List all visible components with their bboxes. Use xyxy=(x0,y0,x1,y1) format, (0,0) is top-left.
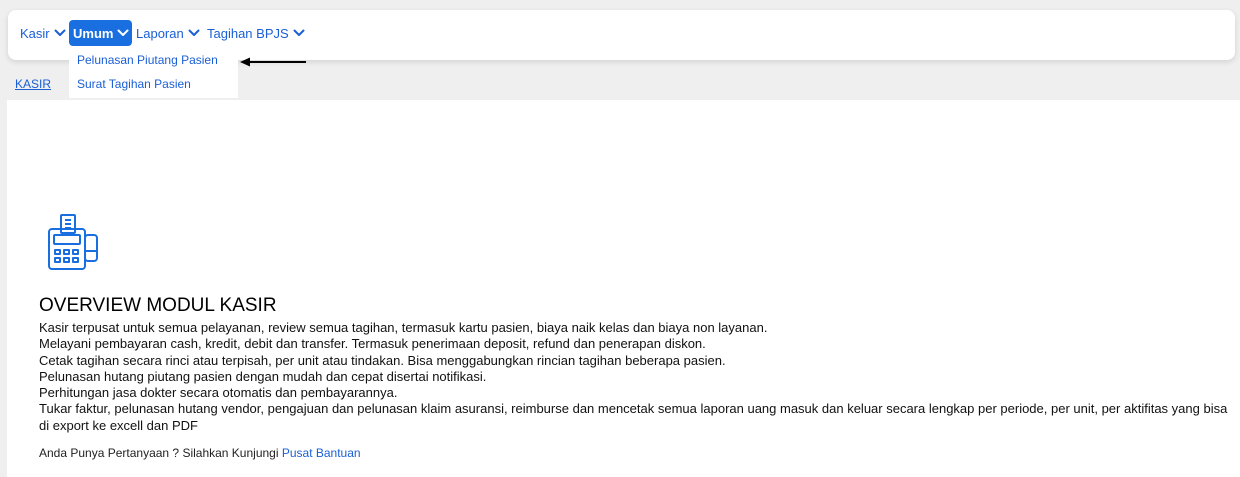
help-prompt: Anda Punya Pertanyaan ? Silahkan Kunjung… xyxy=(39,446,282,460)
cash-register-icon xyxy=(47,213,99,278)
description-line: Melayani pembayaran cash, kredit, debit … xyxy=(39,336,706,352)
nav-item-kasir[interactable]: Kasir xyxy=(18,20,68,46)
nav-item-label: Umum xyxy=(73,25,114,41)
menu-item-pelunasan-piutang-pasien[interactable]: Pelunasan Piutang Pasien xyxy=(77,53,218,67)
chevron-down-icon xyxy=(117,29,129,37)
nav-item-laporan[interactable]: Laporan xyxy=(134,20,202,46)
nav-item-label: Kasir xyxy=(20,25,50,41)
umum-dropdown-menu: Pelunasan Piutang Pasien Surat Tagihan P… xyxy=(69,48,238,98)
breadcrumb-kasir[interactable]: KASIR xyxy=(15,77,51,91)
overview-description: Kasir terpusat untuk semua pelayanan, re… xyxy=(39,320,1235,434)
chevron-down-icon xyxy=(188,29,200,37)
description-line: Cetak tagihan secara rinci atau terpisah… xyxy=(39,352,726,368)
description-line: Tukar faktur, pelunasan hutang vendor, p… xyxy=(39,401,1228,433)
description-line: Pelunasan hutang piutang pasien dengan m… xyxy=(39,368,487,384)
page-title: OVERVIEW MODUL KASIR xyxy=(39,295,277,316)
menu-item-surat-tagihan-pasien[interactable]: Surat Tagihan Pasien xyxy=(77,77,191,91)
chevron-down-icon xyxy=(54,29,66,37)
help-center-link[interactable]: Pusat Bantuan xyxy=(282,446,361,460)
nav-item-umum[interactable]: Umum xyxy=(69,20,133,46)
nav-item-label: Tagihan BPJS xyxy=(207,25,289,41)
description-line: Kasir terpusat untuk semua pelayanan, re… xyxy=(39,320,768,335)
nav-item-tagihan-bpjs[interactable]: Tagihan BPJS xyxy=(205,20,307,46)
help-text: Anda Punya Pertanyaan ? Silahkan Kunjung… xyxy=(39,446,361,460)
chevron-down-icon xyxy=(293,29,305,37)
nav-item-label: Laporan xyxy=(136,25,184,41)
arrow-left-icon xyxy=(240,55,308,73)
main-content: OVERVIEW MODUL KASIR Kasir terpusat untu… xyxy=(7,100,1240,477)
description-line: Perhitungan jasa dokter secara otomatis … xyxy=(39,385,398,401)
